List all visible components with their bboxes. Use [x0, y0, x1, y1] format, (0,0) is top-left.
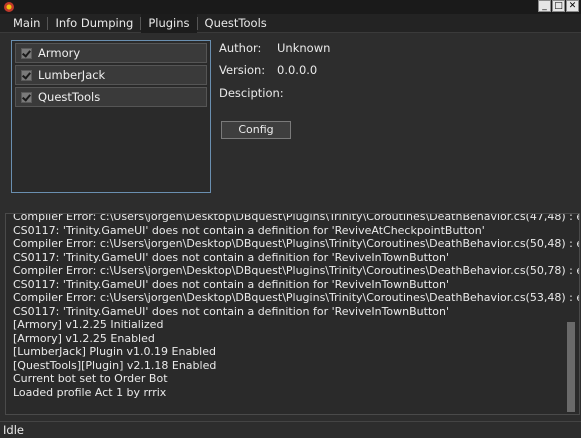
log-output[interactable]: Compiler Error: c:\Users\jorgen\Desktop\…: [5, 213, 580, 415]
log-line: CS0117: 'Trinity.GameUI' does not contai…: [13, 277, 450, 291]
log-scrollbar[interactable]: [567, 322, 575, 412]
log-line: [QuestTools][Plugin] v2.1.18 Enabled: [13, 358, 217, 372]
plugin-checkbox[interactable]: [21, 91, 32, 103]
plugin-list: Armory LumberJack QuestTools: [11, 40, 211, 193]
log-line: [Armory] v1.2.25 Enabled: [13, 331, 155, 345]
tab-bar: Main Info Dumping Plugins QuestTools: [0, 13, 581, 33]
app-icon: [4, 2, 14, 12]
title-bar: _ □ ✕: [0, 0, 581, 14]
status-bar: Idle: [0, 421, 581, 438]
plugin-name: LumberJack: [38, 68, 106, 82]
version-value: 0.0.0.0: [277, 63, 318, 77]
author-label: Author:: [219, 41, 262, 55]
plugin-item-questtools[interactable]: QuestTools: [15, 87, 207, 107]
log-line: CS0117: 'Trinity.GameUI' does not contai…: [13, 304, 450, 318]
log-line: [Armory] v1.2.25 Initialized: [13, 318, 164, 331]
log-line: Compiler Error: c:\Users\jorgen\Desktop\…: [13, 237, 580, 250]
window-controls: _ □ ✕: [538, 0, 579, 12]
maximize-button[interactable]: □: [552, 0, 565, 12]
log-line: Compiler Error: c:\Users\jorgen\Desktop\…: [13, 264, 580, 277]
tab-main[interactable]: Main: [6, 14, 47, 33]
tab-plugins[interactable]: Plugins: [141, 13, 197, 33]
plugin-checkbox[interactable]: [21, 69, 32, 81]
plugin-item-armory[interactable]: Armory: [15, 43, 207, 63]
minimize-button[interactable]: _: [538, 0, 551, 12]
close-button[interactable]: ✕: [566, 0, 579, 12]
log-line: Loaded profile Act 1 by rrrix: [13, 385, 167, 399]
version-label: Version:: [219, 63, 266, 77]
log-lines: Compiler Error: c:\Users\jorgen\Desktop\…: [13, 213, 580, 399]
log-line: Compiler Error: c:\Users\jorgen\Desktop\…: [13, 291, 580, 304]
log-line: CS0117: 'Trinity.GameUI' does not contai…: [13, 223, 485, 237]
author-value: Unknown: [277, 41, 331, 55]
plugin-name: QuestTools: [38, 90, 101, 104]
tab-info-dumping[interactable]: Info Dumping: [48, 14, 140, 33]
config-button[interactable]: Config: [221, 121, 291, 139]
log-line: Compiler Error: c:\Users\jorgen\Desktop\…: [13, 213, 580, 223]
plugin-name: Armory: [38, 46, 81, 60]
plugin-checkbox[interactable]: [21, 47, 32, 59]
log-line: [LumberJack] Plugin v1.0.19 Enabled: [13, 345, 216, 358]
description-label: Desciption:: [219, 86, 284, 100]
log-line: Current bot set to Order Bot: [13, 372, 168, 385]
plugin-item-lumberjack[interactable]: LumberJack: [15, 65, 207, 85]
log-line: CS0117: 'Trinity.GameUI' does not contai…: [13, 250, 450, 264]
tab-questtools[interactable]: QuestTools: [198, 14, 274, 33]
